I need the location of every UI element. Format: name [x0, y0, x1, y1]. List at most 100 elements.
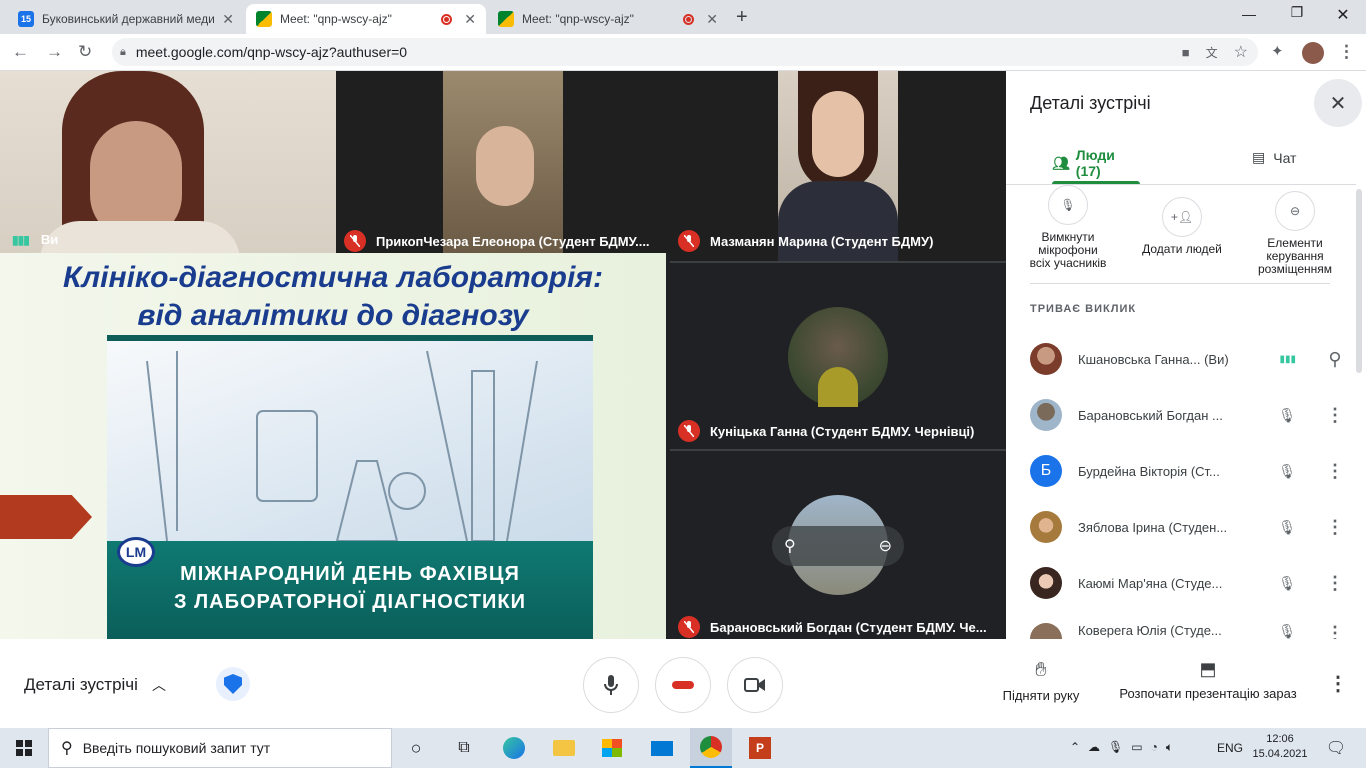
- camera-button[interactable]: [727, 657, 783, 713]
- self-name-label: ▮▮▮ Ви: [12, 232, 59, 247]
- more-options-icon[interactable]: ⋮: [1320, 623, 1350, 639]
- list-item[interactable]: Коверега Юлія (Студе... 🎙︎ ⋮: [1030, 611, 1350, 639]
- search-icon: ⚲: [61, 740, 73, 757]
- file-explorer-icon[interactable]: [550, 734, 578, 762]
- hand-icon: ✋︎: [1035, 659, 1047, 681]
- mail-icon[interactable]: [648, 734, 676, 762]
- participant-tile[interactable]: Куніцька Ганна (Студент БДМУ. Чернівці): [670, 261, 1006, 449]
- list-item[interactable]: Б Бурдейна Вікторія (Ст... 🎙︎ ⋮: [1030, 443, 1350, 499]
- host-controls-shield-icon[interactable]: [216, 667, 250, 701]
- mic-off-icon: 🎙︎: [1048, 185, 1088, 225]
- address-bar[interactable]: 🔒︎ meet.google.com/qnp-wscy-ajz?authuser…: [112, 38, 1258, 66]
- list-item[interactable]: Кшановська Ганна... (Ви) ▮▮▮ ⚲: [1030, 331, 1350, 387]
- remove-icon[interactable]: ⊖: [879, 536, 892, 556]
- powerpoint-icon[interactable]: P: [746, 734, 774, 762]
- language-indicator[interactable]: ENG: [1217, 741, 1243, 755]
- tile-hover-controls: ⚲ ⊖: [772, 526, 904, 566]
- mic-off-icon: 🎙︎: [1278, 462, 1296, 479]
- presentation-slide[interactable]: Клініко-діагностична лабораторія: від ан…: [0, 253, 666, 639]
- reload-icon[interactable]: ↻: [78, 42, 92, 62]
- mic-off-icon: [678, 420, 700, 442]
- meet-favicon-icon: [256, 11, 272, 27]
- participant-tile[interactable]: ⚲ ⊖ Барановський Богдан (Студент БДМУ. Ч…: [670, 449, 1006, 639]
- task-view-icon[interactable]: ⧉: [450, 734, 478, 762]
- slide-lab-image: LM МІЖНАРОДНИЙ ДЕНЬ ФАХІВЦЯ З ЛАБОРАТОРН…: [107, 335, 593, 639]
- tab-meet-active[interactable]: Meet: "qnp-wscy-ajz" ✕: [246, 4, 486, 34]
- pin-icon[interactable]: ⚲: [784, 536, 796, 556]
- close-tab-icon[interactable]: ✕: [222, 11, 234, 28]
- microphone-button[interactable]: [583, 657, 639, 713]
- slide-banner-line1: МІЖНАРОДНИЙ ДЕНЬ ФАХІВЦЯ: [180, 563, 520, 585]
- edge-icon[interactable]: [500, 734, 528, 762]
- notifications-icon[interactable]: 🗨︎: [1322, 734, 1350, 762]
- more-options-icon[interactable]: ⋮: [1320, 405, 1350, 426]
- extensions-icon[interactable]: ✦: [1271, 42, 1284, 60]
- windows-taskbar: ⚲ Введіть пошуковий запит тут ○ ⧉ P ⌃☁︎🎙…: [0, 728, 1366, 768]
- browser-toolbar: ← → ↻ 🔒︎ meet.google.com/qnp-wscy-ajz?au…: [0, 34, 1366, 71]
- participant-tile[interactable]: ПрикопЧезара Елеонора (Студент БДМУ....: [336, 71, 670, 253]
- participant-face: [812, 91, 864, 177]
- meeting-details-panel: Деталі зустрічі ✕ 👥︎ Люди (17) ▤ Чат 🎙︎ …: [1006, 71, 1366, 639]
- list-item[interactable]: Зяблова Ірина (Студен... 🎙︎ ⋮: [1030, 499, 1350, 555]
- recording-icon: [683, 13, 695, 25]
- meeting-stage: ▮▮▮ Ви ПрикопЧезара Елеонора (Студент БД…: [0, 71, 1006, 639]
- tab-people[interactable]: 👥︎ Люди (17): [1052, 147, 1140, 179]
- tab-chat[interactable]: ▤ Чат: [1252, 149, 1296, 166]
- more-options-icon[interactable]: ⋮: [1320, 573, 1350, 594]
- participant-tile[interactable]: Мазманян Марина (Студент БДМУ): [670, 71, 1006, 261]
- add-people-button[interactable]: +👤︎ Додати людей: [1142, 197, 1222, 256]
- store-icon[interactable]: [598, 734, 626, 762]
- tab-university[interactable]: 15 Буковинський державний меди ✕: [8, 4, 244, 34]
- meeting-controls-bar: Деталі зустрічі ︿ ✋︎ Підняти руку ⬒ Розп…: [0, 639, 1366, 728]
- section-label: ТРИВАЄ ВИКЛИК: [1030, 303, 1137, 315]
- minimize-icon[interactable]: —: [1226, 6, 1272, 22]
- profile-avatar[interactable]: [1302, 42, 1324, 64]
- restore-icon[interactable]: ❐: [1274, 4, 1320, 21]
- clock-time: 12:06: [1266, 733, 1294, 745]
- bookmark-star-icon[interactable]: ☆: [1234, 42, 1248, 62]
- taskbar-search-box[interactable]: ⚲ Введіть пошуковий запит тут: [48, 728, 392, 768]
- list-item[interactable]: Барановський Богдан ... 🎙︎ ⋮: [1030, 387, 1350, 443]
- close-tab-icon[interactable]: ✕: [464, 11, 476, 28]
- layout-controls-button[interactable]: ⊖ Елементи керування розміщенням: [1250, 191, 1340, 276]
- back-icon[interactable]: ←: [12, 42, 29, 62]
- audio-level-icon: ▮▮▮: [12, 232, 30, 247]
- forward-icon[interactable]: →: [46, 42, 63, 62]
- mute-all-button[interactable]: 🎙︎ Вимкнути мікрофони всіх учасників: [1028, 185, 1108, 270]
- leave-call-button[interactable]: [655, 657, 711, 713]
- system-tray-icons[interactable]: ⌃☁︎🎙︎▭◔🔈︎: [1070, 740, 1181, 755]
- more-options-icon[interactable]: ⋮: [1320, 461, 1350, 482]
- mic-off-icon: 🎙︎: [1278, 623, 1296, 639]
- meeting-details-button[interactable]: Деталі зустрічі ︿: [24, 675, 166, 695]
- windows-start-icon[interactable]: [10, 734, 38, 762]
- tab-meet[interactable]: Meet: "qnp-wscy-ajz" ✕: [488, 4, 728, 34]
- browser-menu-icon[interactable]: ⋮: [1338, 42, 1355, 62]
- browser-tab-strip: 15 Буковинський державний меди ✕ Meet: "…: [0, 0, 1366, 34]
- people-icon: 👥︎: [1052, 154, 1070, 171]
- panel-scrollbar[interactable]: [1356, 189, 1362, 373]
- mic-off-icon: 🎙︎: [1278, 406, 1296, 423]
- slide-banner-line2: З ЛАБОРАТОРНОЇ ДІАГНОСТИКИ: [174, 591, 526, 613]
- avatar: [1030, 343, 1062, 375]
- clock[interactable]: 12:06 15.04.2021: [1250, 732, 1310, 762]
- close-panel-icon[interactable]: ✕: [1314, 79, 1362, 127]
- cortana-icon[interactable]: ○: [402, 734, 430, 762]
- present-screen-icon: ⬒: [1199, 659, 1217, 679]
- mic-off-icon: [344, 230, 366, 252]
- raise-hand-button[interactable]: ✋︎ Підняти руку: [996, 659, 1086, 703]
- translate-icon[interactable]: 文: [1206, 44, 1218, 61]
- present-now-button[interactable]: ⬒ Розпочати презентацію зараз: [1110, 659, 1306, 701]
- pin-icon[interactable]: ⚲: [1320, 349, 1350, 370]
- close-tab-icon[interactable]: ✕: [706, 11, 718, 28]
- camera-icon[interactable]: ■: [1182, 45, 1190, 60]
- mic-off-icon: [678, 230, 700, 252]
- list-item[interactable]: Каюмі Мар'яна (Студе... 🎙︎ ⋮: [1030, 555, 1350, 611]
- self-video-tile[interactable]: ▮▮▮ Ви: [0, 71, 336, 253]
- more-options-icon[interactable]: ⋮: [1328, 671, 1348, 696]
- new-tab-icon[interactable]: +: [736, 6, 748, 29]
- chrome-taskbar-icon[interactable]: [690, 728, 732, 768]
- meet-favicon-icon: [498, 11, 514, 27]
- close-window-icon[interactable]: ✕: [1320, 5, 1366, 25]
- more-options-icon[interactable]: ⋮: [1320, 517, 1350, 538]
- chat-icon: ▤: [1252, 149, 1266, 165]
